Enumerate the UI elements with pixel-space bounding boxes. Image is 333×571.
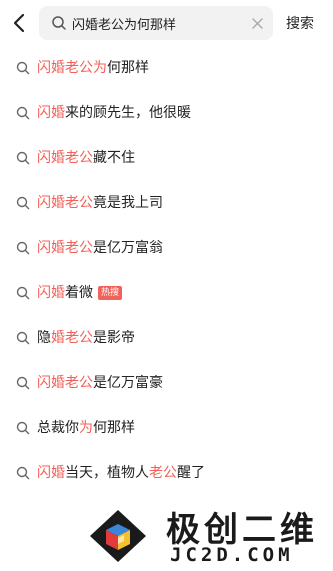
suggestion-text-part: 总裁你 xyxy=(37,420,79,436)
close-icon xyxy=(251,17,263,29)
suggestion-item[interactable]: 闪婚老公为何那样 xyxy=(0,46,333,91)
highlighted-keyword: 闪婚 xyxy=(37,105,65,121)
chevron-left-icon xyxy=(13,13,25,33)
search-header: 搜索 xyxy=(0,0,333,46)
suggestion-text: 闪婚老公为何那样 xyxy=(37,58,149,78)
suggestion-item[interactable]: 总裁你为何那样 xyxy=(0,406,333,451)
suggestion-text-part: 竟是我上司 xyxy=(93,195,163,211)
search-icon xyxy=(52,16,66,30)
suggestion-text: 闪婚来的顾先生，他很暖 xyxy=(37,103,191,123)
hot-search-badge: 热搜 xyxy=(98,286,123,300)
highlighted-keyword: 闪婚老公 xyxy=(37,195,93,211)
search-icon xyxy=(16,151,30,165)
search-icon xyxy=(16,241,30,255)
highlighted-keyword: 闪婚 xyxy=(37,465,65,481)
suggestion-text-part: 是影帝 xyxy=(93,330,135,346)
back-button[interactable] xyxy=(6,10,32,36)
suggestion-text-part: 着微 xyxy=(65,285,93,301)
suggestion-text: 总裁你为何那样 xyxy=(37,418,135,438)
highlighted-keyword: 老公 xyxy=(149,465,177,481)
watermark: 极创二维 JC2D.COM xyxy=(88,500,328,570)
suggestion-text-part: 是亿万富豪 xyxy=(93,375,163,391)
suggestion-text-part: 何那样 xyxy=(107,60,149,76)
suggestion-item[interactable]: 闪婚老公藏不住 xyxy=(0,136,333,181)
suggestion-text: 闪婚着微 热搜 xyxy=(37,283,123,303)
suggestion-list: 闪婚老公为何那样 闪婚来的顾先生，他很暖 闪婚老公藏不住 闪婚老公竟是我上司 闪婚老公是… xyxy=(0,46,333,496)
suggestion-text-part: 当天，植物人 xyxy=(65,465,149,481)
suggestion-text: 闪婚老公是亿万富翁 xyxy=(37,238,163,258)
suggestion-text-part: 来的顾先生，他很暖 xyxy=(65,105,191,121)
suggestion-text-part: 醒了 xyxy=(177,465,205,481)
suggestion-text: 闪婚老公藏不住 xyxy=(37,148,135,168)
suggestion-text: 隐婚老公是影帝 xyxy=(37,328,135,348)
clear-button[interactable] xyxy=(249,15,265,31)
search-page: 搜索 闪婚老公为何那样闪婚来的顾先生，他很暖闪婚老公藏不住闪婚老公竟是我上司闪婚… xyxy=(0,0,333,571)
suggestion-text-part: 是亿万富翁 xyxy=(93,240,163,256)
highlighted-keyword: 闪婚老公为 xyxy=(37,60,107,76)
suggestion-item[interactable]: 闪婚老公竟是我上司 xyxy=(0,181,333,226)
highlighted-keyword: 闪婚老公 xyxy=(37,240,93,256)
highlighted-keyword: 闪婚 xyxy=(37,285,65,301)
suggestion-item[interactable]: 闪婚老公是亿万富翁 xyxy=(0,226,333,271)
highlighted-keyword: 为 xyxy=(79,420,93,436)
search-icon xyxy=(16,466,30,480)
suggestion-text: 闪婚当天，植物人老公醒了 xyxy=(37,463,205,483)
suggestion-text-part: 何那样 xyxy=(93,420,135,436)
search-icon xyxy=(16,286,30,300)
suggestion-item[interactable]: 隐婚老公是影帝 xyxy=(0,316,333,361)
search-icon xyxy=(16,61,30,75)
suggestion-text: 闪婚老公是亿万富豪 xyxy=(37,373,163,393)
search-icon xyxy=(16,106,30,120)
search-icon xyxy=(16,376,30,390)
search-icon xyxy=(16,331,30,345)
suggestion-item[interactable]: 闪婚老公是亿万富豪 xyxy=(0,361,333,406)
highlighted-keyword: 闪婚老公 xyxy=(37,150,93,166)
search-button[interactable]: 搜索 xyxy=(286,13,314,33)
suggestion-text-part: 藏不住 xyxy=(93,150,135,166)
search-icon xyxy=(16,421,30,435)
suggestion-item[interactable]: 闪婚当天，植物人老公醒了 xyxy=(0,451,333,496)
suggestion-item[interactable]: 闪婚着微 热搜 xyxy=(0,271,333,316)
highlighted-keyword: 闪婚老公 xyxy=(37,375,93,391)
search-box[interactable] xyxy=(39,6,273,40)
suggestion-text-part: 隐 xyxy=(37,330,51,346)
watermark-subtitle: JC2D.COM xyxy=(170,544,294,566)
search-icon xyxy=(16,196,30,210)
suggestion-item[interactable]: 闪婚来的顾先生，他很暖 xyxy=(0,91,333,136)
highlighted-keyword: 婚老公 xyxy=(51,330,93,346)
suggestion-text: 闪婚老公竟是我上司 xyxy=(37,193,163,213)
search-input[interactable] xyxy=(72,6,242,40)
cube-logo-icon xyxy=(90,510,146,562)
